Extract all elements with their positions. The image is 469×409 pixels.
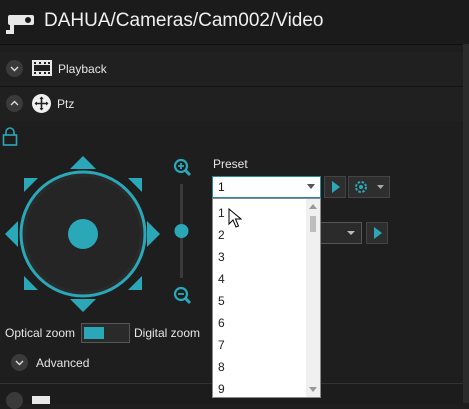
joystick-knob [68,219,98,249]
chevron-down-icon[interactable] [6,392,23,409]
mouse-cursor-icon [228,208,242,228]
preset-option[interactable]: 3 [218,250,225,264]
chevron-down-icon[interactable] [6,60,23,77]
arrow-up [70,156,96,169]
page-title: DAHUA/Cameras/Cam002/Video [44,10,324,31]
caret-down-icon [307,184,315,189]
ptz-joystick[interactable] [4,154,164,314]
play-icon [332,181,340,193]
window-header: DAHUA/Cameras/Cam002/Video [0,0,469,45]
zoom-mode-toggle[interactable] [81,323,130,343]
preset-label: Preset [213,157,248,171]
preset-option[interactable]: 6 [218,316,225,330]
arrow-up-left [24,178,38,192]
security-camera-icon [6,15,34,34]
lock-icon[interactable] [2,126,18,146]
dropdown-scrollbar[interactable] [306,199,320,397]
preset-option[interactable]: 5 [218,294,225,308]
go-to-preset-button[interactable] [324,176,346,198]
scroll-down-arrow-icon[interactable] [309,387,317,392]
ptz-label: Ptz [57,97,75,111]
play-icon [374,227,382,239]
preset-option[interactable]: 2 [218,228,225,242]
zoom-slider-thumb [174,224,189,238]
playback-label: Playback [58,62,107,76]
arrow-up-right [128,178,142,192]
caret-down-icon [347,231,355,235]
gear-icon [355,181,367,193]
zoom-slider[interactable] [171,157,193,307]
preset-option[interactable]: 8 [218,360,225,374]
move-arrows-icon [32,94,51,113]
preset-select[interactable]: 1 [212,176,321,198]
advanced-label[interactable]: Advanced [36,356,89,370]
preset-dropdown-list[interactable]: 1 2 3 4 5 6 7 8 9 [212,198,321,398]
scroll-up-arrow-icon[interactable] [309,204,317,209]
chevron-down-icon[interactable] [11,354,28,371]
preset-option[interactable]: 7 [218,338,225,352]
digital-zoom-label: Digital zoom [134,326,201,340]
film-strip-icon [32,60,52,76]
preset-option[interactable]: 9 [218,382,225,396]
playback-section-header[interactable]: Playback [0,52,463,87]
run-pattern-button[interactable] [366,222,388,244]
preset-option[interactable]: 4 [218,272,225,286]
ptz-section-header[interactable]: Ptz [0,87,463,122]
arrow-down-left [24,276,38,290]
preset-selected-value: 1 [218,180,225,194]
scrollbar-track[interactable] [463,44,469,403]
arrow-left [5,221,18,247]
scrollbar-thumb[interactable] [310,216,316,232]
arrow-right [147,221,160,247]
arrow-down-right [128,276,142,290]
toggle-thumb [84,327,104,339]
preset-settings-button[interactable] [348,176,390,198]
optical-zoom-label: Optical zoom [5,326,76,340]
arrow-down [70,299,96,312]
caret-down-icon [377,185,384,189]
chevron-up-icon[interactable] [6,95,23,112]
preset-option[interactable]: 1 [218,206,225,220]
